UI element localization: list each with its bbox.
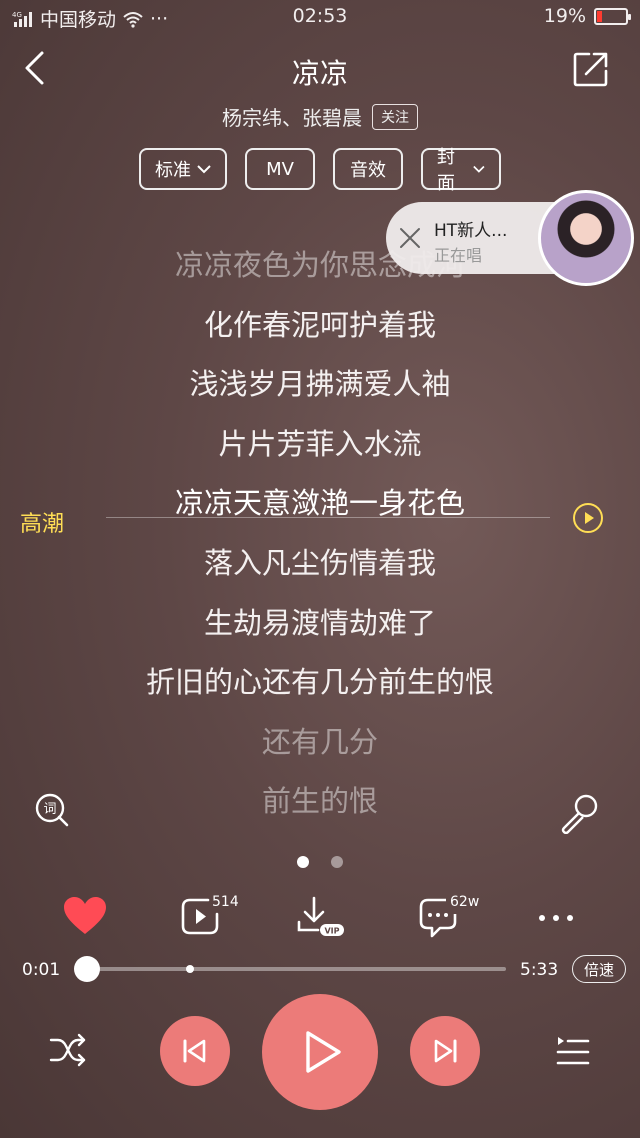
battery-percent: 19% <box>543 5 586 27</box>
song-title: 凉凉 <box>291 57 348 90</box>
status-right: 19% <box>543 5 631 27</box>
play-icon <box>306 1031 341 1073</box>
tab-quality[interactable]: 标准 <box>139 148 227 190</box>
play-button[interactable] <box>262 994 378 1110</box>
page-dot-2 <box>331 856 343 868</box>
progress-bar[interactable] <box>86 967 506 971</box>
live-status: 正在唱 <box>434 246 483 265</box>
vip-badge: VIP <box>324 927 339 936</box>
lyric-line[interactable]: 化作春泥呵护着我 <box>0 298 640 358</box>
microphone-icon[interactable] <box>558 792 600 834</box>
battery-fill <box>597 10 603 22</box>
climax-marker[interactable] <box>186 965 194 973</box>
tab-cover[interactable]: 封面 <box>421 147 501 194</box>
next-icon <box>434 1039 457 1063</box>
climax-line <box>106 517 550 518</box>
current-time: 0:01 <box>22 960 61 980</box>
status-bar: 4G 中国移动 ··· 02:53 19% <box>0 0 640 34</box>
live-user-name: HT新人... <box>434 221 508 241</box>
more-icon <box>539 915 573 921</box>
lyric-line[interactable]: 浅浅岁月拂满爱人袖 <box>0 357 640 417</box>
live-singing-bubble[interactable]: HT新人... 正在唱 <box>386 190 636 286</box>
follow-button[interactable]: 关注 <box>372 103 418 130</box>
page-indicator <box>0 856 640 868</box>
lyric-line[interactable]: 前生的恨 <box>0 774 640 834</box>
close-icon[interactable] <box>396 224 424 252</box>
lyric-search-icon[interactable]: 词 <box>34 792 70 828</box>
tab-sound-effect-label: 音效 <box>350 160 386 181</box>
chevron-down-icon <box>197 165 211 174</box>
playlist-icon[interactable] <box>554 1034 592 1068</box>
lyric-line[interactable]: 折旧的心还有几分前生的恨 <box>0 655 640 715</box>
tab-mv[interactable]: MV <box>245 148 315 190</box>
download-button[interactable]: VIP <box>284 892 354 942</box>
climax-label[interactable]: 高潮 <box>20 506 64 538</box>
svg-text:词: 词 <box>43 802 56 817</box>
tab-sound-effect[interactable]: 音效 <box>333 148 403 190</box>
next-button[interactable] <box>410 1016 480 1086</box>
previous-button[interactable] <box>160 1016 230 1086</box>
tab-mv-label: MV <box>266 158 294 180</box>
lyric-line[interactable]: 凉凉天意潋滟一身花色 <box>0 476 640 536</box>
option-tabs: 标准 MV 音效 封面 <box>0 147 640 194</box>
artist-name[interactable]: 杨宗纬、张碧晨 <box>222 102 362 131</box>
climax-play-icon[interactable] <box>572 502 604 534</box>
lyrics-panel[interactable]: 凉凉夜色为你思念成河 化作春泥呵护着我 浅浅岁月拂满爱人袖 片片芳菲入水流 凉凉天意潋滟… <box>0 238 640 834</box>
heart-icon <box>64 897 106 934</box>
lyric-line[interactable]: 还有几分 <box>0 715 640 775</box>
progress-knob[interactable] <box>74 956 100 982</box>
lyric-line[interactable]: 片片芳菲入水流 <box>0 417 640 477</box>
artist-row: 杨宗纬、张碧晨 关注 <box>0 102 640 131</box>
previous-icon <box>183 1039 206 1063</box>
playback-speed-button[interactable]: 倍速 <box>572 955 626 983</box>
download-icon: VIP <box>297 896 344 936</box>
chevron-down-icon <box>473 165 485 173</box>
live-avatar[interactable] <box>538 190 634 286</box>
page-dot-1 <box>297 856 309 868</box>
battery-icon <box>594 7 631 25</box>
lyric-line[interactable]: 生劫易渡情劫难了 <box>0 596 640 656</box>
more-button[interactable] <box>524 892 594 942</box>
play-count: 514 <box>212 894 239 910</box>
comment-button[interactable]: 62w <box>406 892 480 942</box>
like-button[interactable] <box>50 892 120 942</box>
tab-quality-label: 标准 <box>155 160 191 181</box>
play-count-button[interactable]: 514 <box>168 892 239 942</box>
share-icon[interactable] <box>572 50 610 88</box>
total-time: 5:33 <box>520 960 559 980</box>
comment-count: 62w <box>450 894 480 910</box>
lyric-line[interactable]: 落入凡尘伤情着我 <box>0 536 640 596</box>
shuffle-icon[interactable] <box>48 1032 88 1068</box>
tab-cover-label: 封面 <box>437 147 455 194</box>
